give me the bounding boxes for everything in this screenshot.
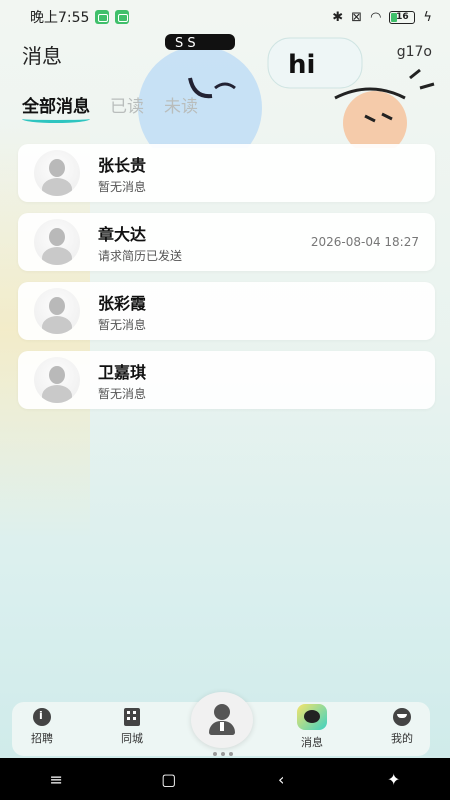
tab-read[interactable]: 已读 [110, 92, 144, 123]
tab-unread[interactable]: 未读 [164, 92, 198, 123]
nav-item-local[interactable]: 同城 [102, 708, 162, 746]
avatar-body [42, 385, 72, 403]
avatar-body [42, 178, 72, 196]
avatar-head [49, 366, 65, 384]
contact-name: 张彩霞 [98, 294, 147, 313]
svg-text:S S: S S [175, 36, 196, 51]
app-notification-icon-2 [115, 10, 130, 24]
menu-icon[interactable]: ≡ [36, 764, 76, 794]
status-left: 晚上7:55 [30, 7, 130, 27]
avatar [34, 288, 80, 334]
message-preview: 请求简历已发送 [98, 249, 183, 263]
status-bar: 晚上7:55 ✱ ⊠ ◠ 16 ϟ [0, 0, 450, 34]
nav-label: 消息 [301, 736, 323, 749]
no-sim-icon: ⊠ [351, 9, 363, 25]
header-illustration: S S hi [138, 34, 435, 148]
avatar-body [42, 247, 72, 265]
message-preview: 暂无消息 [98, 180, 147, 194]
contact-name: 章大达 [98, 225, 147, 244]
message-preview: 暂无消息 [98, 318, 147, 332]
wifi-icon: ◠ [370, 9, 382, 25]
bluetooth-icon: ✱ [332, 9, 344, 25]
accessibility-icon[interactable]: ✦ [374, 764, 414, 794]
chat-icon [297, 704, 327, 730]
avatar [34, 150, 80, 196]
page-title: 消息 [22, 44, 62, 68]
worker-icon [214, 704, 230, 720]
message-time: 2026-08-04 18:27 [310, 235, 419, 249]
page-indicator [213, 752, 233, 756]
contact-name: 张长贵 [98, 156, 147, 175]
contact-name: 卫嘉琪 [98, 363, 147, 382]
worker-icon-tie [220, 722, 224, 731]
back-icon[interactable]: ‹ [261, 764, 301, 794]
avatar-head [49, 297, 65, 315]
nav-item-recruit[interactable]: 招聘 [12, 708, 72, 746]
battery-level: 16 [396, 12, 409, 22]
avatar-head [49, 228, 65, 246]
nav-label: 同城 [121, 732, 143, 745]
center-action-button[interactable] [191, 692, 253, 748]
status-right: ✱ ⊠ ◠ 16 ϟ [332, 10, 432, 25]
nav-label: 招聘 [31, 732, 53, 745]
nav-label: 我的 [391, 732, 413, 745]
message-item[interactable]: 张彩霞 暂无消息 [18, 282, 435, 340]
message-preview: 暂无消息 [98, 387, 147, 401]
status-time: 晚上7:55 [30, 10, 90, 26]
message-item[interactable]: 张长贵 暂无消息 [18, 144, 435, 202]
avatar [34, 219, 80, 265]
hi-bubble-text: hi [288, 50, 315, 80]
avatar-body [42, 316, 72, 334]
nav-item-messages[interactable]: 消息 [282, 704, 342, 750]
message-item[interactable]: 章大达 请求简历已发送 2026-08-04 18:27 [18, 213, 435, 271]
charging-icon: ϟ [423, 9, 432, 25]
app-notification-icon [95, 10, 110, 24]
avatar [34, 357, 80, 403]
message-list: 张长贵 暂无消息 章大达 请求简历已发送 2026-08-04 18:27 张彩… [18, 144, 435, 420]
user-name: g17o [396, 44, 432, 60]
info-icon [33, 708, 51, 726]
building-icon [124, 708, 140, 726]
message-item[interactable]: 卫嘉琪 暂无消息 [18, 351, 435, 409]
battery-icon: 16 [389, 10, 416, 24]
home-icon[interactable]: ▢ [149, 764, 189, 794]
tab-all-messages[interactable]: 全部消息 [22, 92, 90, 123]
nav-item-mine[interactable]: 我的 [372, 708, 432, 746]
profile-icon [393, 708, 411, 726]
avatar-head [49, 159, 65, 177]
message-tabs: 全部消息 已读 未读 [22, 92, 198, 123]
system-nav-bar: ≡ ▢ ‹ ✦ [0, 758, 450, 800]
